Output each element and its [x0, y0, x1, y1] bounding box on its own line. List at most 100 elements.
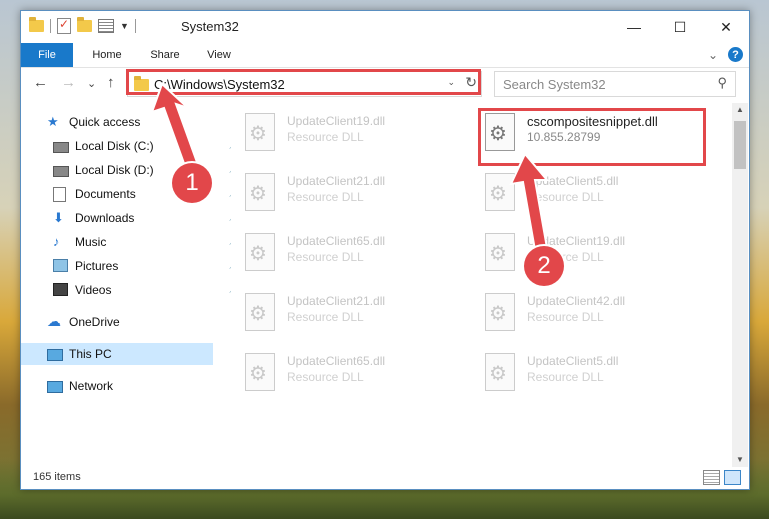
file-name: UpdateClient5.dll — [527, 354, 619, 368]
view-buttons — [703, 470, 741, 485]
new-folder-icon[interactable] — [77, 17, 92, 32]
drive-icon — [53, 166, 69, 177]
dll-file-icon: ⚙ — [485, 293, 515, 331]
callout-arrow-2 — [509, 152, 550, 252]
star-icon: ★ — [47, 114, 59, 129]
file-item[interactable]: ⚙ UpdateClient65.dll Resource DLL — [239, 227, 459, 277]
tab-file[interactable]: File — [21, 43, 73, 67]
dll-file-icon: ⚙ — [245, 233, 275, 271]
file-item[interactable]: ⚙ UpdateClient19.dll Resource DLL — [239, 107, 459, 157]
sidebar-item-videos[interactable]: Videos 📌 — [21, 279, 249, 301]
sidebar-item-this-pc[interactable]: This PC — [21, 343, 213, 365]
status-bar: 165 items — [21, 467, 749, 489]
file-name: UpdateClient65.dll — [287, 234, 386, 248]
file-type: Resource DLL — [287, 130, 364, 144]
music-icon: ♪ — [53, 234, 60, 249]
file-item[interactable]: ⚙ UpdateClient5.dll Resource DLL — [479, 347, 699, 397]
large-icons-view-icon[interactable] — [724, 470, 741, 485]
file-name: UpdateClient42.dll — [527, 294, 626, 308]
scroll-thumb[interactable] — [734, 121, 746, 169]
file-item[interactable]: ⚙ UpdateClient21.dll Resource DLL — [239, 167, 459, 217]
tab-home[interactable]: Home — [81, 43, 133, 67]
customize-icon[interactable] — [98, 19, 114, 33]
sidebar-item-label: Local Disk (C:) — [75, 139, 154, 153]
file-name: UpdateClient21.dll — [287, 294, 386, 308]
sidebar-item-music[interactable]: ♪ Music 📌 — [21, 231, 249, 253]
dll-file-icon: ⚙ — [485, 353, 515, 391]
scroll-up-icon[interactable]: ▲ — [732, 103, 748, 117]
quick-access-toolbar: ▼ — [29, 17, 136, 34]
file-type: Resource DLL — [287, 250, 364, 264]
recent-locations-chevron-icon[interactable]: ⌄ — [87, 77, 96, 90]
forward-arrow-icon[interactable]: → — [61, 74, 76, 91]
vertical-scrollbar[interactable]: ▲ ▼ — [732, 103, 748, 467]
callout-badge-1: 1 — [172, 163, 212, 203]
minimize-button[interactable]: — — [611, 11, 657, 43]
ribbon-tabs: File Home Share View ⌄ ? — [21, 43, 749, 68]
search-placeholder: Search System32 — [503, 77, 606, 92]
window-title: System32 — [181, 19, 239, 34]
sidebar-item-downloads[interactable]: ⬇ Downloads 📌 — [21, 207, 249, 229]
sidebar-item-label: OneDrive — [69, 315, 120, 329]
folder-icon — [29, 17, 44, 32]
address-row: ← → ⌄ ↑ C:\Windows\System32 ⌄ ↻ Search S… — [21, 68, 749, 100]
file-name: UpdateClient21.dll — [287, 174, 386, 188]
ribbon-right: ⌄ ? — [708, 47, 743, 62]
title-bar: ▼ System32 — ☐ ✕ — [21, 11, 749, 43]
back-arrow-icon[interactable]: ← — [33, 74, 48, 91]
videos-icon — [53, 283, 68, 296]
pictures-icon — [53, 259, 68, 272]
callout-badge-2: 2 — [524, 246, 564, 286]
properties-check-icon[interactable] — [57, 17, 71, 34]
dll-file-icon: ⚙ — [245, 353, 275, 391]
sidebar-item-label: Pictures — [75, 259, 119, 273]
expand-ribbon-chevron-icon[interactable]: ⌄ — [708, 48, 718, 62]
sidebar-item-label: Videos — [75, 283, 112, 297]
close-button[interactable]: ✕ — [703, 11, 749, 43]
search-input[interactable]: Search System32 ⚲ — [494, 71, 736, 97]
sidebar-item-label: Network — [69, 379, 114, 393]
sidebar-item-label: Music — [75, 235, 107, 249]
pc-icon — [47, 349, 63, 361]
file-item[interactable]: ⚙ UpdateClient65.dll Resource DLL — [239, 347, 459, 397]
sidebar-item-label: Documents — [75, 187, 136, 201]
file-item[interactable]: ⚙ UpdateClient21.dll Resource DLL — [239, 287, 459, 337]
file-item[interactable]: ⚙ UpdateClient42.dll Resource DLL — [479, 287, 699, 337]
sidebar-item-label: Downloads — [75, 211, 135, 225]
tab-view[interactable]: View — [197, 43, 241, 67]
downloads-icon: ⬇ — [53, 210, 64, 225]
window-controls: — ☐ ✕ — [611, 11, 749, 43]
up-arrow-icon[interactable]: ↑ — [107, 74, 115, 91]
details-view-icon[interactable] — [703, 470, 720, 485]
sidebar-item-label: Local Disk (D:) — [75, 163, 154, 177]
file-type: Resource DLL — [287, 310, 364, 324]
help-icon[interactable]: ? — [728, 47, 743, 62]
file-type: Resource DLL — [287, 370, 364, 384]
sidebar-item-onedrive[interactable]: ☁ OneDrive — [21, 311, 243, 333]
search-icon: ⚲ — [717, 75, 727, 90]
sidebar-item-network[interactable]: Network — [21, 375, 243, 397]
divider — [134, 19, 136, 33]
scroll-down-icon[interactable]: ▼ — [732, 453, 748, 467]
sidebar-item-label: Quick access — [69, 115, 141, 129]
chevron-down-icon[interactable]: ▼ — [120, 21, 129, 31]
drive-icon — [53, 142, 69, 153]
sidebar-item-pictures[interactable]: Pictures 📌 — [21, 255, 249, 277]
file-type: Resource DLL — [527, 310, 604, 324]
dll-file-icon: ⚙ — [245, 113, 275, 151]
file-name: UpdateClient65.dll — [287, 354, 386, 368]
maximize-button[interactable]: ☐ — [657, 11, 703, 43]
sidebar-item-label: This PC — [69, 347, 112, 361]
dll-file-icon: ⚙ — [245, 293, 275, 331]
onedrive-icon: ☁ — [47, 313, 61, 329]
file-type: Resource DLL — [527, 370, 604, 384]
tab-share[interactable]: Share — [141, 43, 189, 67]
file-type: Resource DLL — [287, 190, 364, 204]
dll-file-icon: ⚙ — [245, 173, 275, 211]
documents-icon — [53, 187, 66, 202]
file-name: UpdateClient19.dll — [287, 114, 386, 128]
divider — [50, 19, 51, 33]
network-icon — [47, 381, 63, 393]
item-count: 165 items — [33, 471, 81, 483]
file-explorer-window: ▼ System32 — ☐ ✕ File Home Share View ⌄ … — [20, 10, 750, 490]
